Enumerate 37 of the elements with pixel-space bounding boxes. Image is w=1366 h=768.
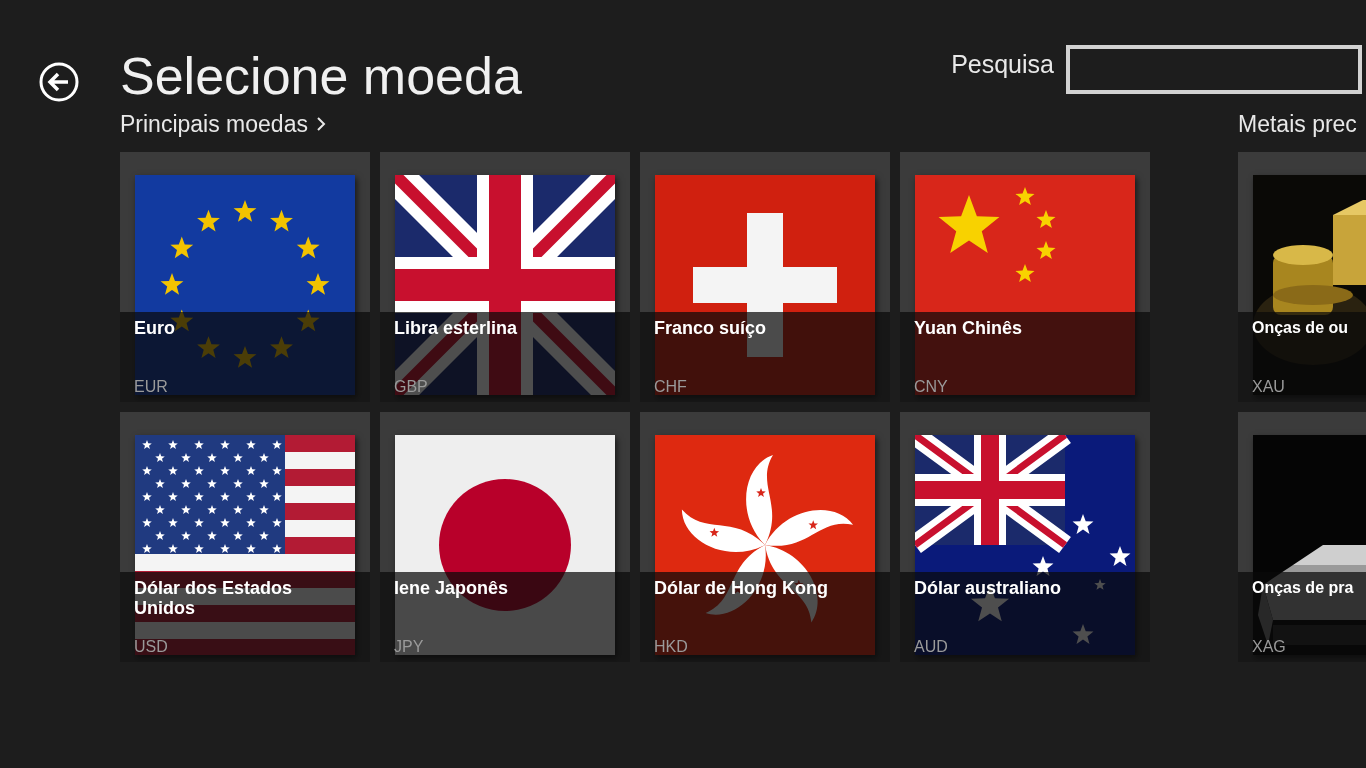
currency-tile[interactable]: Franco suíço CHF [640,152,890,402]
currency-tile[interactable]: Dólar dos Estados Unidos USD [120,412,370,662]
back-button[interactable] [39,62,79,102]
currency-name: Libra esterlina [394,318,519,338]
currency-code: XAG [1252,638,1286,656]
currency-tile[interactable]: Onças de pra XAG [1238,412,1366,662]
currency-code: EUR [134,378,168,396]
currency-name: Dólar dos Estados Unidos [134,578,294,618]
currency-name: Onças de pra [1252,578,1352,598]
currency-code: AUD [914,638,948,656]
currency-name: Onças de ou [1252,318,1350,338]
currency-tile[interactable]: Libra esterlina GBP [380,152,630,402]
section-heading[interactable]: Principais moedas [120,110,308,138]
currency-name: Euro [134,318,176,338]
search-field[interactable] [1066,45,1362,94]
currency-name: Yuan Chinês [914,318,1024,338]
page-title: Selecione moeda [120,46,522,107]
currency-code: CNY [914,378,948,396]
currency-name: Franco suíço [654,318,768,338]
currency-name: Dólar australiano [914,578,1063,598]
currency-tile[interactable]: Euro EUR [120,152,370,402]
currency-name: Dólar de Hong Kong [654,578,829,598]
currency-tile[interactable]: Dólar de Hong Kong HKD [640,412,890,662]
currency-name: Iene Japonês [394,578,510,598]
currency-code: XAU [1252,378,1285,396]
section-heading: Metais prec [1238,110,1357,138]
currency-tile[interactable]: Iene Japonês JPY [380,412,630,662]
chevron-icon[interactable] [315,116,326,132]
currency-tile[interactable]: Onças de ou XAU [1238,152,1366,402]
currency-code: USD [134,638,168,656]
search-label: Pesquisa [951,50,1054,79]
currency-tile[interactable]: Yuan Chinês CNY [900,152,1150,402]
currency-code: GBP [394,378,428,396]
currency-code: JPY [394,638,424,656]
currency-tile[interactable]: Dólar australiano AUD [900,412,1150,662]
currency-code: CHF [654,378,687,396]
currency-code: HKD [654,638,688,656]
